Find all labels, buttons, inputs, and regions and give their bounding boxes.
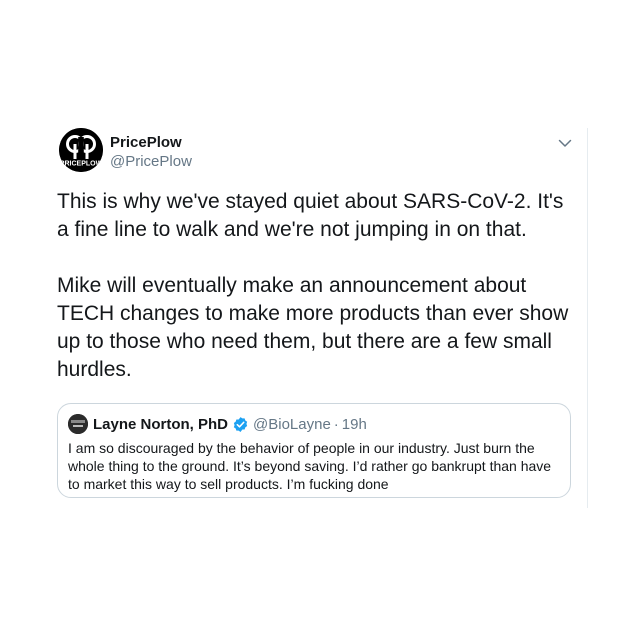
display-name[interactable]: PricePlow (110, 134, 192, 152)
quoted-timestamp[interactable]: 19h (342, 416, 367, 433)
quoted-avatar (68, 414, 88, 434)
verified-badge-icon (232, 416, 249, 433)
quoted-display-name: Layne Norton, PhD (93, 415, 229, 433)
quoted-tweet[interactable]: Layne Norton, PhD @BioLayne · 19h I am s… (57, 403, 571, 498)
tweet-card: PRICEPLOW PricePlow @PricePlow This is w… (57, 128, 588, 508)
quoted-avatar-image (68, 414, 88, 434)
user-handle[interactable]: @PricePlow (110, 153, 192, 171)
chevron-down-icon[interactable] (554, 132, 576, 154)
author-names: PricePlow @PricePlow (110, 134, 192, 171)
quoted-user-handle: @BioLayne (253, 415, 331, 433)
tweet-paragraph: Mike will eventually make an announcemen… (57, 274, 569, 381)
tweet-paragraph: This is why we've stayed quiet about SAR… (57, 190, 564, 241)
separator-dot: · (333, 415, 339, 433)
quoted-tweet-header: Layne Norton, PhD @BioLayne · 19h (68, 414, 367, 434)
avatar-logo-text: PRICEPLOW (60, 161, 103, 168)
avatar[interactable]: PRICEPLOW (59, 128, 103, 172)
tweet-text: This is why we've stayed quiet about SAR… (57, 188, 572, 384)
tweet-header: PRICEPLOW PricePlow @PricePlow (57, 128, 579, 176)
priceplow-logo-icon: PRICEPLOW (59, 128, 103, 172)
quoted-tweet-text: I am so discouraged by the behavior of p… (68, 440, 552, 492)
